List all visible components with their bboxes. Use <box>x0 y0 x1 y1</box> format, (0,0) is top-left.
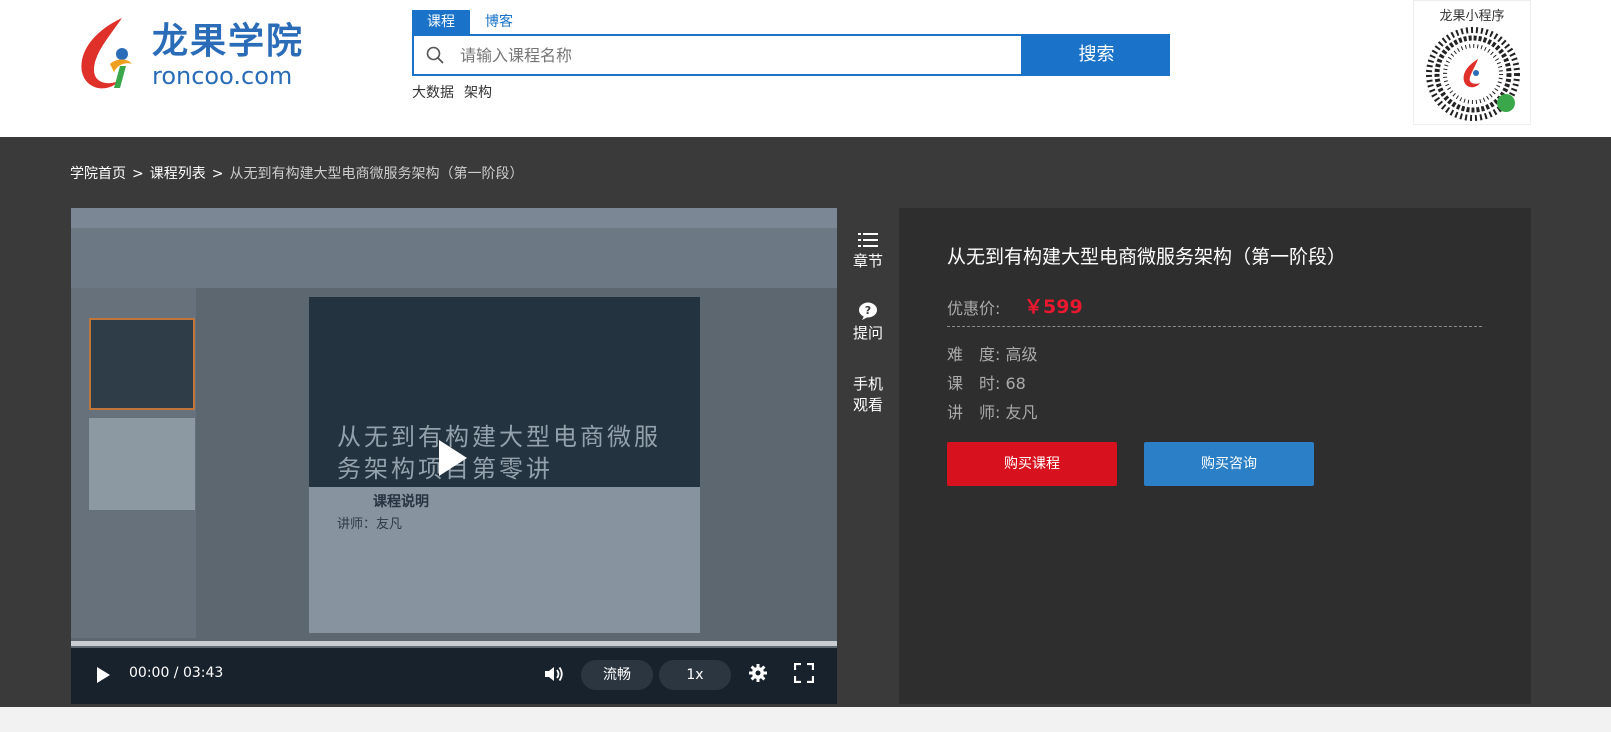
video-frame-slide: 从无到有构建大型电商微服务架构项目第零讲 课程说明 讲师：友凡 <box>309 297 700 633</box>
question-icon: ? <box>859 302 877 320</box>
teacher-value: 友凡 <box>1005 403 1038 422</box>
tab-course[interactable]: 课程 <box>412 10 470 34</box>
hours-label: 课 时: <box>947 374 1001 393</box>
chapters-label: 章节 <box>852 252 883 270</box>
difficulty-value: 高级 <box>1005 345 1038 364</box>
hot-words: 大数据 架构 <box>412 82 492 102</box>
difficulty-row: 难 度: 高级 <box>947 341 1038 365</box>
teacher-label: 讲 师: <box>947 403 1001 422</box>
page-bottom-strip <box>0 707 1611 732</box>
breadcrumb-list[interactable]: 课程列表 <box>150 166 206 182</box>
gear-icon[interactable] <box>748 663 768 683</box>
qr-title: 龙果小程序 <box>1439 9 1505 24</box>
hours-value: 68 <box>1005 374 1026 393</box>
hot-word-link[interactable]: 大数据 <box>412 82 454 102</box>
site-logo[interactable]: 龙果学院 roncoo.com <box>70 14 310 96</box>
volume-icon[interactable] <box>543 664 565 684</box>
logo-en-text: roncoo.com <box>152 62 293 90</box>
logo-cn-text: 龙果学院 <box>152 21 305 62</box>
mini-program-qr: 龙果小程序 <box>1413 0 1531 125</box>
course-title: 从无到有构建大型电商微服务架构（第一阶段） <box>947 246 1347 268</box>
breadcrumb-current: 从无到有构建大型电商微服务架构（第一阶段） <box>229 166 524 182</box>
speed-button[interactable]: 1x <box>659 660 731 690</box>
list-icon <box>858 233 878 247</box>
divider <box>947 326 1482 327</box>
breadcrumb-home[interactable]: 学院首页 <box>70 166 126 182</box>
course-info-panel: 从无到有构建大型电商微服务架构（第一阶段） 优惠价: ￥599 难 度: 高级 … <box>899 208 1531 704</box>
progress-bar[interactable] <box>71 641 837 646</box>
slide-title: 从无到有构建大型电商微服务架构项目第零讲 <box>337 423 661 483</box>
time-total: 03:43 <box>182 665 224 681</box>
mobile-watch-label: 观看 <box>852 396 883 414</box>
big-play-icon[interactable] <box>439 440 467 476</box>
qr-code-icon <box>1426 27 1520 121</box>
player-side-nav: 章节 ? 提问 手机 观看 <box>837 208 899 704</box>
tab-blog[interactable]: 博客 <box>470 10 528 34</box>
mobile-watch-label: 手机 <box>852 375 883 393</box>
logo-mark-icon <box>81 18 132 89</box>
video-frame-thumb <box>89 418 195 510</box>
price-value: ￥599 <box>1024 296 1083 318</box>
difficulty-label: 难 度: <box>947 345 1001 364</box>
breadcrumb-separator: > <box>211 166 224 182</box>
video-frame-slide-panel <box>71 288 196 638</box>
video-frame-menubar <box>71 208 837 228</box>
course-section: 学院首页 > 课程列表 > 从无到有构建大型电商微服务架构（第一阶段） 从无到有构建大型… <box>0 137 1611 707</box>
search-box <box>412 34 1023 76</box>
fullscreen-icon[interactable] <box>794 663 814 683</box>
video-frame-thumb <box>89 318 195 410</box>
player-controls: 00:00 / 03:43 流畅 1x <box>71 648 837 704</box>
hours-row: 课 时: 68 <box>947 370 1026 394</box>
slide-teacher: 讲师：友凡 <box>337 517 403 532</box>
hot-word-link[interactable]: 架构 <box>464 82 492 102</box>
quality-button[interactable]: 流畅 <box>581 660 653 690</box>
video-frame-toolbar <box>71 208 837 288</box>
time-display: 00:00 / 03:43 <box>129 665 224 681</box>
consult-button[interactable]: 购买咨询 <box>1144 442 1314 486</box>
buy-course-button[interactable]: 购买课程 <box>947 442 1117 486</box>
search-input[interactable] <box>460 42 1000 68</box>
video-player[interactable]: 从无到有构建大型电商微服务架构项目第零讲 课程说明 讲师：友凡 00:00 / … <box>71 208 837 704</box>
slide-subtitle: 课程说明 <box>373 494 429 510</box>
search-icon <box>426 46 444 64</box>
ask-button[interactable]: ? 提问 <box>837 302 899 343</box>
breadcrumb-separator: > <box>132 166 144 182</box>
search-tabs: 课程 博客 <box>412 10 528 34</box>
mobile-watch-button[interactable]: 手机 观看 <box>837 374 899 416</box>
ask-label: 提问 <box>852 324 883 342</box>
search-button[interactable]: 搜索 <box>1023 34 1170 76</box>
play-icon[interactable] <box>97 667 110 683</box>
svg-text:?: ? <box>865 304 871 317</box>
time-current: 00:00 <box>129 665 170 681</box>
site-header: 龙果学院 roncoo.com 课程 博客 搜索 大数据 架构 龙果小程序 <box>0 0 1611 137</box>
price-label: 优惠价: <box>947 299 1001 318</box>
breadcrumb: 学院首页 > 课程列表 > 从无到有构建大型电商微服务架构（第一阶段） <box>70 163 523 183</box>
chapters-button[interactable]: 章节 <box>837 232 899 271</box>
teacher-row: 讲 师: 友凡 <box>947 399 1038 423</box>
